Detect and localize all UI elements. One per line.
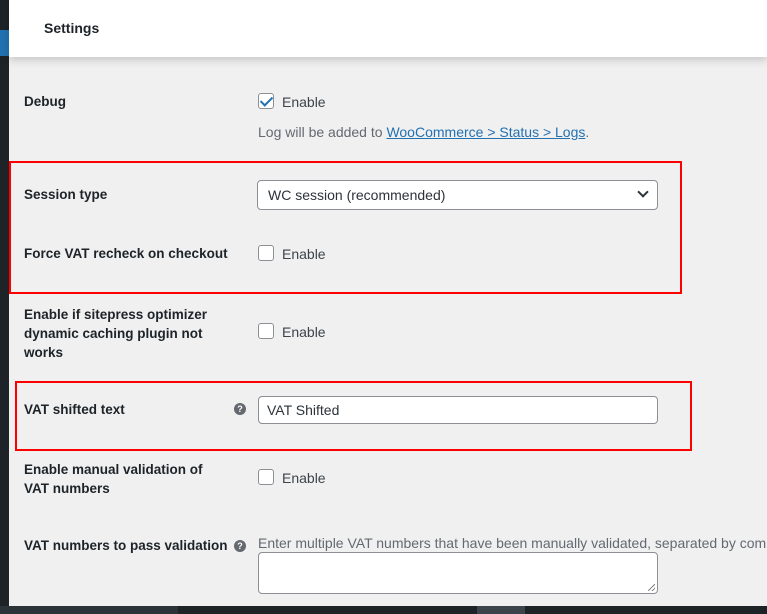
debug-desc-text: Log will be added to	[258, 124, 387, 140]
sitepress-checkbox[interactable]	[258, 323, 274, 339]
manual-validation-checkbox[interactable]	[258, 469, 274, 485]
session-type-label: Session type	[24, 187, 108, 202]
help-icon[interactable]: ?	[234, 403, 246, 415]
manual-validation-label: Enable manual validation of VAT numbers	[24, 462, 203, 496]
resize-handle-icon[interactable]	[648, 584, 655, 591]
debug-desc-suffix: .	[585, 124, 590, 140]
sitepress-label: Enable if sitepress optimizer dynamic ca…	[24, 307, 208, 360]
vat-numbers-textarea[interactable]	[258, 552, 658, 594]
vat-numbers-label: VAT numbers to pass validation	[24, 538, 228, 553]
session-type-select[interactable]: WC session (recommended)	[257, 180, 658, 210]
active-menu-indicator	[0, 30, 9, 56]
vat-shifted-input[interactable]	[258, 396, 658, 424]
force-vat-label: Force VAT recheck on checkout	[24, 246, 228, 261]
manual-validation-checkbox-label[interactable]: Enable	[282, 470, 326, 486]
session-type-value: WC session (recommended)	[268, 187, 446, 203]
chevron-down-icon	[637, 186, 649, 198]
force-vat-checkbox-label[interactable]: Enable	[282, 246, 326, 262]
taskbar-segment	[0, 606, 178, 614]
page-header: Settings	[9, 0, 767, 57]
taskbar-segment	[477, 606, 525, 614]
vat-numbers-description: Enter multiple VAT numbers that have bee…	[258, 535, 767, 551]
debug-checkbox-label[interactable]: Enable	[282, 94, 326, 110]
logs-link[interactable]: WooCommerce > Status > Logs	[386, 124, 585, 140]
vat-shifted-label: VAT shifted text	[24, 402, 125, 417]
debug-checkbox[interactable]	[258, 93, 274, 109]
debug-description: Log will be added to WooCommerce > Statu…	[258, 124, 589, 140]
admin-sidebar	[0, 0, 9, 614]
sitepress-checkbox-label[interactable]: Enable	[282, 324, 326, 340]
help-icon[interactable]: ?	[234, 540, 246, 552]
force-vat-checkbox[interactable]	[258, 245, 274, 261]
page-title: Settings	[44, 20, 100, 36]
taskbar	[0, 606, 767, 614]
debug-label: Debug	[24, 94, 66, 109]
